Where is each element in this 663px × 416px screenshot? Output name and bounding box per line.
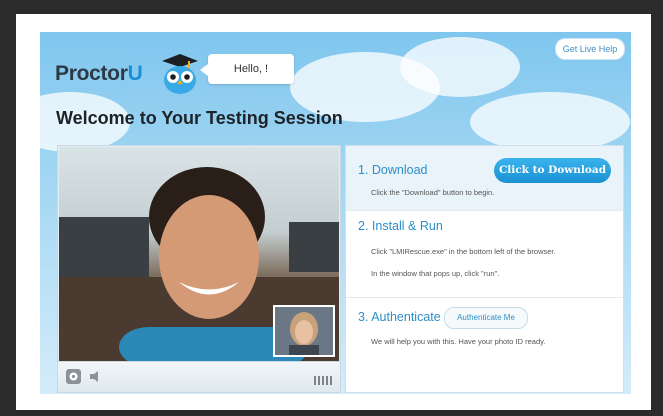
authenticate-me-button[interactable]: Authenticate Me: [444, 307, 528, 329]
cloud-decoration: [400, 37, 520, 97]
proctoru-page: Get Live Help ProctorU Hello, ! Welcome …: [40, 32, 631, 394]
step-instruction: Click the "Download" button to begin.: [371, 188, 495, 197]
step-heading: 3. Authenticate: [358, 310, 441, 324]
owl-mascot-icon: [162, 54, 198, 94]
webcam-feed: [59, 147, 339, 361]
gear-icon[interactable]: [66, 369, 81, 384]
get-live-help-button[interactable]: Get Live Help: [555, 38, 625, 60]
logo-u: U: [127, 62, 143, 85]
greeting-bubble: Hello, !: [200, 54, 294, 84]
logo-text: Proctor: [55, 62, 128, 85]
step-instruction: In the window that pops up, click "run".: [371, 269, 500, 278]
signal-bars-icon: [314, 372, 332, 385]
step-install-run: 2. Install & Run Click "LMIRescue.exe" i…: [346, 210, 623, 298]
proctoru-logo: ProctorU: [55, 62, 143, 86]
video-toolbar: [58, 361, 340, 392]
step-authenticate: 3. Authenticate Authenticate Me We will …: [346, 297, 623, 391]
step-instruction: Click "LMIRescue.exe" in the bottom left…: [371, 247, 556, 256]
click-to-download-button[interactable]: Click to Download: [494, 158, 611, 183]
steps-panel: 1. Download Click to Download Click the …: [345, 145, 624, 393]
step-heading: 1. Download: [358, 163, 428, 177]
page-title: Welcome to Your Testing Session: [56, 108, 343, 128]
cloud-decoration: [470, 92, 630, 152]
speaker-icon[interactable]: [88, 369, 103, 384]
step-heading: 2. Install & Run: [358, 219, 443, 233]
step-download: 1. Download Click to Download Click the …: [346, 146, 623, 211]
webcam-panel: [57, 145, 341, 393]
step-instruction: We will help you with this. Have your ph…: [371, 337, 546, 346]
self-view-video: [273, 305, 335, 357]
